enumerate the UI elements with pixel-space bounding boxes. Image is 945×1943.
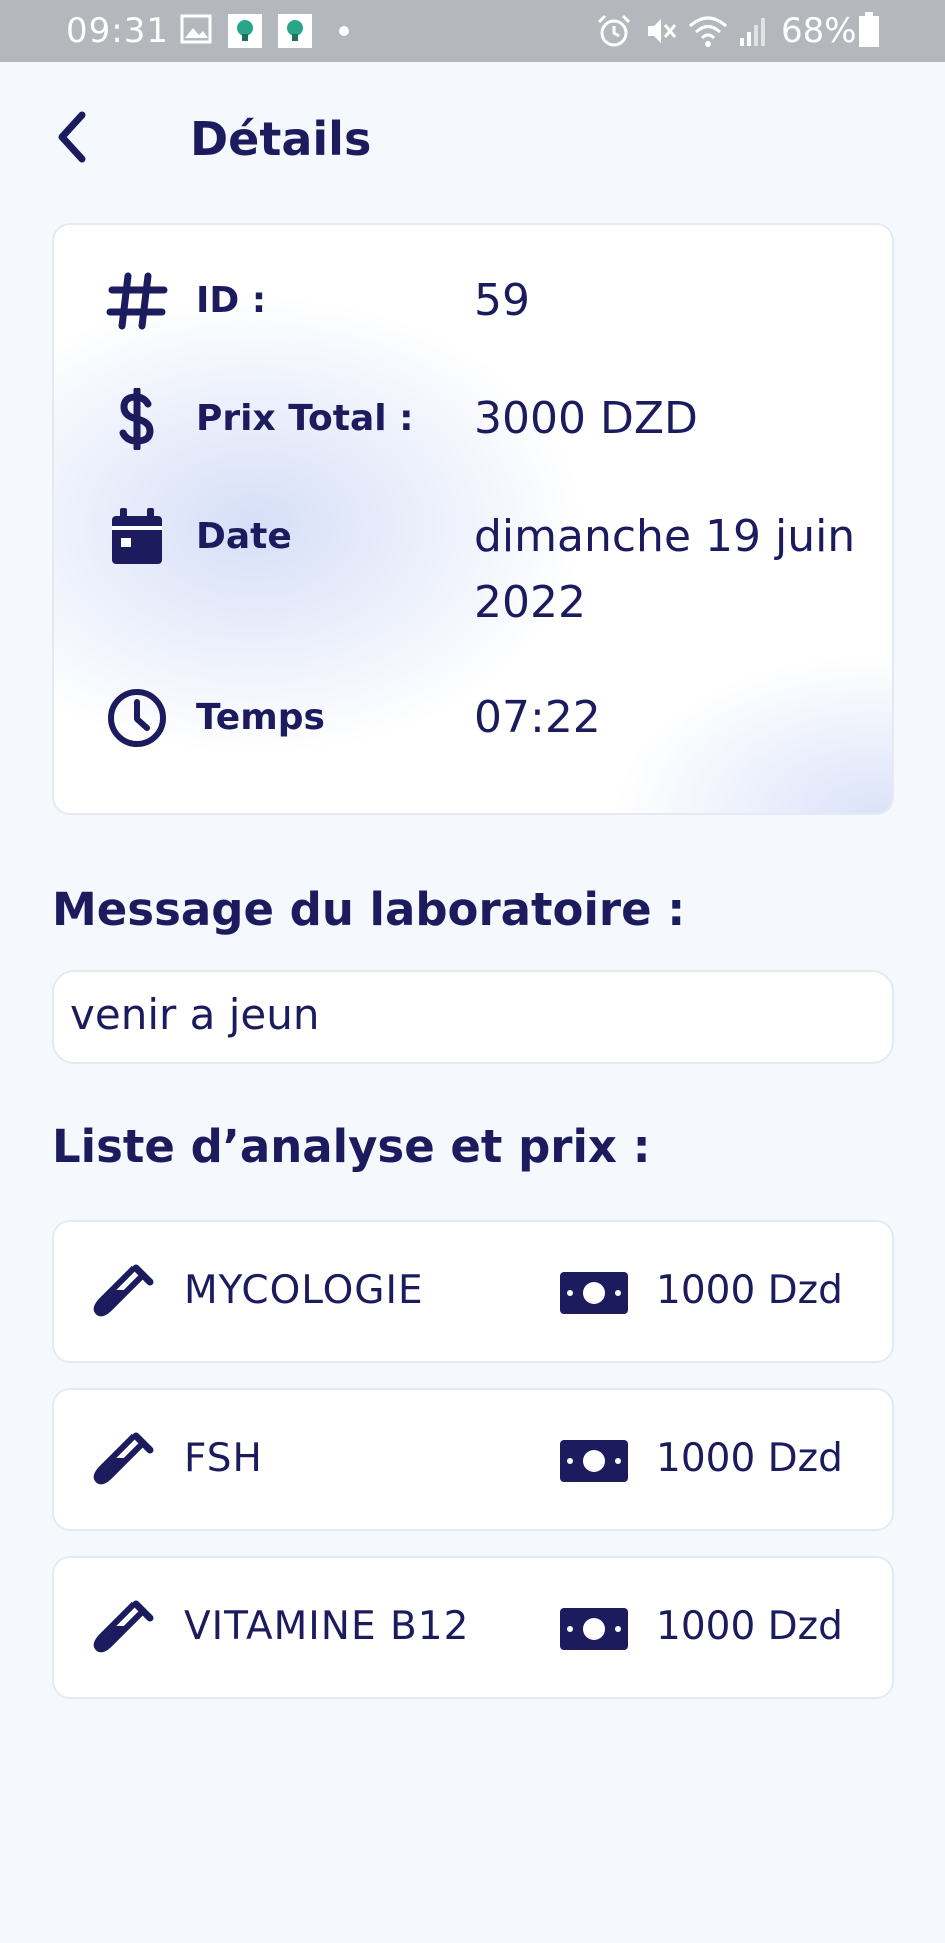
- money-icon: [560, 1272, 628, 1314]
- date-value: dimanche 19 juin 2022: [474, 511, 856, 628]
- analysis-name: VITAMINE B12: [184, 1604, 470, 1649]
- header: Détails: [0, 62, 945, 212]
- analysis-name: MYCOLOGIE: [184, 1268, 424, 1313]
- price-value: 3000 DZD: [474, 393, 698, 444]
- image-icon: [180, 14, 212, 44]
- test-tube-icon: [93, 1432, 154, 1485]
- message-section-title: Message du laboratoire :: [52, 883, 686, 936]
- money-icon: [560, 1608, 628, 1650]
- analysis-item[interactable]: FSH 1000 Dzd: [52, 1388, 894, 1531]
- app-notification-icon: [278, 14, 312, 48]
- back-button[interactable]: [50, 107, 94, 167]
- time-value: 07:22: [474, 692, 601, 743]
- wifi-icon: [689, 16, 727, 47]
- lab-message-box: venir a jeun: [52, 970, 894, 1064]
- date-label: Date: [196, 516, 292, 557]
- price-label: Prix Total :: [196, 398, 414, 439]
- battery-icon: [859, 12, 879, 47]
- mute-icon: [648, 19, 677, 43]
- alarm-icon: [597, 14, 631, 47]
- analysis-price: 1000 Dzd: [656, 1436, 843, 1481]
- analysis-price: 1000 Dzd: [656, 1604, 843, 1649]
- id-label: ID :: [196, 280, 267, 321]
- dot-icon: [339, 26, 349, 36]
- analysis-item[interactable]: VITAMINE B12 1000 Dzd: [52, 1556, 894, 1699]
- analysis-price: 1000 Dzd: [656, 1268, 843, 1313]
- battery-percent: 68%: [781, 11, 857, 51]
- clock-icon: [108, 689, 166, 747]
- signal-icon: [740, 18, 765, 46]
- app-notification-icon: [228, 14, 262, 48]
- money-icon: [560, 1440, 628, 1482]
- analysis-name: FSH: [184, 1436, 263, 1481]
- dollar-icon: [119, 388, 154, 450]
- id-value: 59: [474, 275, 530, 326]
- analyses-section-title: Liste d’analyse et prix :: [52, 1120, 651, 1173]
- status-bar: 09:31 68%: [0, 0, 945, 62]
- page-title: Détails: [190, 112, 372, 166]
- time-label: Temps: [196, 697, 325, 738]
- test-tube-icon: [93, 1600, 154, 1653]
- hash-icon: [106, 272, 168, 330]
- calendar-icon: [112, 508, 162, 564]
- details-card: ID : 59 Prix Total : 3000 DZD Date diman…: [52, 223, 894, 815]
- status-time: 09:31: [66, 11, 169, 51]
- lab-message-text: venir a jeun: [70, 990, 320, 1039]
- analysis-item[interactable]: MYCOLOGIE 1000 Dzd: [52, 1220, 894, 1363]
- test-tube-icon: [93, 1264, 154, 1317]
